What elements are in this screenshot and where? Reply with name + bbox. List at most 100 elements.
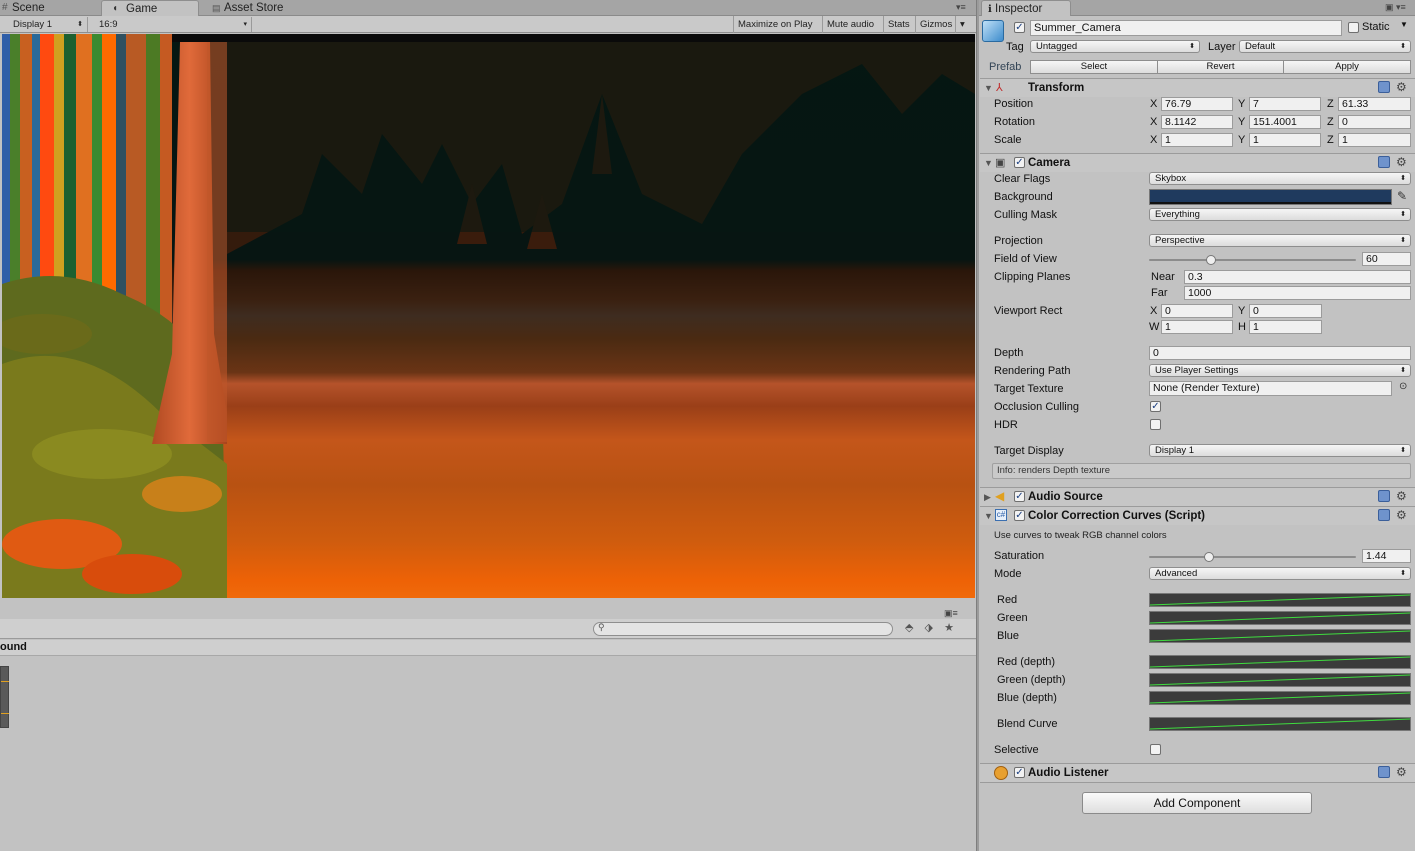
- projection-dropdown[interactable]: Perspective ⬍: [1149, 234, 1411, 247]
- projection-value: Perspective: [1155, 235, 1205, 246]
- target-display-dropdown[interactable]: Display 1 ⬍: [1149, 444, 1411, 457]
- target-texture-field[interactable]: None (Render Texture): [1149, 381, 1392, 396]
- layer-dropdown-value: Default: [1245, 41, 1276, 52]
- mute-audio-toggle[interactable]: Mute audio: [822, 16, 878, 33]
- help-book-icon[interactable]: [1378, 156, 1390, 168]
- static-dropdown-icon[interactable]: ▼: [1400, 20, 1408, 29]
- blue-curve-field[interactable]: [1149, 629, 1411, 643]
- transform-header[interactable]: ▼ ⅄ Transform ⚙: [980, 78, 1415, 97]
- audio-source-header[interactable]: ▶ ◀ ✓ Audio Source ⚙: [980, 487, 1415, 506]
- viewport-w-field[interactable]: 1: [1161, 320, 1233, 334]
- ccc-header[interactable]: ▼ c# ✓ Color Correction Curves (Script) …: [980, 506, 1415, 525]
- add-component-button[interactable]: Add Component: [1082, 792, 1312, 814]
- tab-asset-store[interactable]: ▤ Asset Store: [200, 0, 320, 16]
- foldout-open-icon[interactable]: ▼: [984, 83, 993, 93]
- blue-depth-curve-label: Blue (depth): [997, 692, 1057, 704]
- audio-source-enabled-checkbox[interactable]: ✓: [1014, 491, 1025, 502]
- tab-scene[interactable]: # Scene: [0, 0, 100, 16]
- saturation-field[interactable]: 1.44: [1362, 549, 1411, 563]
- stats-toggle[interactable]: Stats: [883, 16, 914, 33]
- game-view[interactable]: [2, 34, 975, 598]
- position-x-field[interactable]: 76.79: [1161, 97, 1233, 111]
- rotation-x-field[interactable]: 8.1142: [1161, 115, 1233, 129]
- foldout-open-icon[interactable]: ▼: [984, 158, 993, 168]
- green-curve-field[interactable]: [1149, 611, 1411, 625]
- prefab-apply-button[interactable]: Apply: [1283, 60, 1411, 74]
- object-picker-icon[interactable]: ⊙: [1399, 381, 1407, 392]
- blue-depth-curve-field[interactable]: [1149, 691, 1411, 705]
- prefab-revert-button[interactable]: Revert: [1157, 60, 1284, 74]
- help-book-icon[interactable]: [1378, 81, 1390, 93]
- gear-icon[interactable]: ⚙: [1396, 488, 1407, 505]
- maximize-on-play-toggle[interactable]: Maximize on Play: [733, 16, 816, 33]
- fov-field[interactable]: 60: [1362, 252, 1411, 266]
- filter-icons[interactable]: ⬘ ⬗ ★: [905, 621, 975, 637]
- green-depth-curve-field[interactable]: [1149, 673, 1411, 687]
- red-curve-field[interactable]: [1149, 593, 1411, 607]
- occlusion-culling-checkbox[interactable]: ✓: [1150, 401, 1161, 412]
- gear-icon[interactable]: ⚙: [1396, 764, 1407, 781]
- lower-panel-tabbar: ▣≡: [0, 598, 976, 619]
- position-z-field[interactable]: 61.33: [1338, 97, 1411, 111]
- scale-x-field[interactable]: 1: [1161, 133, 1233, 147]
- rotation-z-field[interactable]: 0: [1338, 115, 1411, 129]
- background-color-field[interactable]: [1149, 189, 1392, 205]
- tab-game[interactable]: ◖ Game: [101, 0, 199, 16]
- search-input[interactable]: ⚲: [593, 622, 893, 636]
- panel-menu-icon[interactable]: ▾≡: [956, 2, 966, 13]
- help-book-icon[interactable]: [1378, 766, 1390, 778]
- lock-icon[interactable]: ▣≡: [944, 608, 958, 619]
- display-dropdown[interactable]: Display 1 ⬍: [8, 17, 88, 32]
- viewport-h-field[interactable]: 1: [1249, 320, 1322, 334]
- selective-checkbox[interactable]: [1150, 744, 1161, 755]
- blend-curve-field[interactable]: [1149, 717, 1411, 731]
- camera-enabled-checkbox[interactable]: ✓: [1014, 157, 1025, 168]
- scale-y-field[interactable]: 1: [1249, 133, 1321, 147]
- static-checkbox[interactable]: [1348, 22, 1359, 33]
- gizmos-dropdown-icon[interactable]: ▾: [955, 16, 969, 33]
- gizmos-toggle[interactable]: Gizmos: [915, 16, 956, 33]
- help-book-icon[interactable]: [1378, 509, 1390, 521]
- panel-divider[interactable]: [976, 0, 979, 851]
- favorite-star-icon[interactable]: ★: [944, 622, 954, 634]
- saturation-slider-track[interactable]: [1149, 556, 1356, 558]
- audio-listener-header[interactable]: ✓ Audio Listener ⚙: [980, 763, 1415, 782]
- rendering-path-dropdown[interactable]: Use Player Settings ⬍: [1149, 364, 1411, 377]
- fov-slider-track[interactable]: [1149, 259, 1356, 261]
- mode-dropdown[interactable]: Advanced ⬍: [1149, 567, 1411, 580]
- saturation-slider-knob[interactable]: [1204, 552, 1215, 562]
- clear-flags-dropdown[interactable]: Skybox ⬍: [1149, 172, 1411, 185]
- tab-inspector[interactable]: ℹ Inspector: [981, 0, 1071, 16]
- hdr-checkbox[interactable]: [1150, 419, 1161, 430]
- tag-dropdown[interactable]: Untagged ⬍: [1030, 40, 1200, 53]
- viewport-y-field[interactable]: 0: [1249, 304, 1322, 318]
- depth-field[interactable]: 0: [1149, 346, 1411, 360]
- eyedropper-icon[interactable]: ✎: [1397, 189, 1407, 203]
- culling-mask-dropdown[interactable]: Everything ⬍: [1149, 208, 1411, 221]
- position-y-field[interactable]: 7: [1249, 97, 1321, 111]
- inspector-lock-icon[interactable]: ▣ ▾≡: [1385, 2, 1406, 13]
- foldout-closed-icon[interactable]: ▶: [984, 492, 991, 503]
- gear-icon[interactable]: ⚙: [1396, 507, 1407, 524]
- audio-listener-enabled-checkbox[interactable]: ✓: [1014, 767, 1025, 778]
- gear-icon[interactable]: ⚙: [1396, 79, 1407, 96]
- ccc-enabled-checkbox[interactable]: ✓: [1014, 510, 1025, 521]
- near-field[interactable]: 0.3: [1184, 270, 1411, 284]
- scale-z-field[interactable]: 1: [1338, 133, 1411, 147]
- layer-dropdown[interactable]: Default ⬍: [1239, 40, 1411, 53]
- aspect-dropdown[interactable]: 16:9 ▾: [94, 17, 252, 32]
- fov-slider-knob[interactable]: [1206, 255, 1217, 265]
- asset-thumbnail[interactable]: [0, 666, 9, 728]
- filter-type-icon[interactable]: ⬘: [905, 622, 913, 634]
- object-name-field[interactable]: Summer_Camera: [1030, 20, 1342, 36]
- foldout-open-icon[interactable]: ▼: [984, 511, 993, 521]
- gear-icon[interactable]: ⚙: [1396, 154, 1407, 171]
- help-book-icon[interactable]: [1378, 490, 1390, 502]
- prefab-select-button[interactable]: Select: [1030, 60, 1158, 74]
- far-field[interactable]: 1000: [1184, 286, 1411, 300]
- label-icon[interactable]: ⬗: [925, 622, 933, 634]
- rotation-y-field[interactable]: 151.4001: [1249, 115, 1321, 129]
- active-checkbox[interactable]: ✓: [1014, 22, 1025, 33]
- red-depth-curve-field[interactable]: [1149, 655, 1411, 669]
- viewport-x-field[interactable]: 0: [1161, 304, 1233, 318]
